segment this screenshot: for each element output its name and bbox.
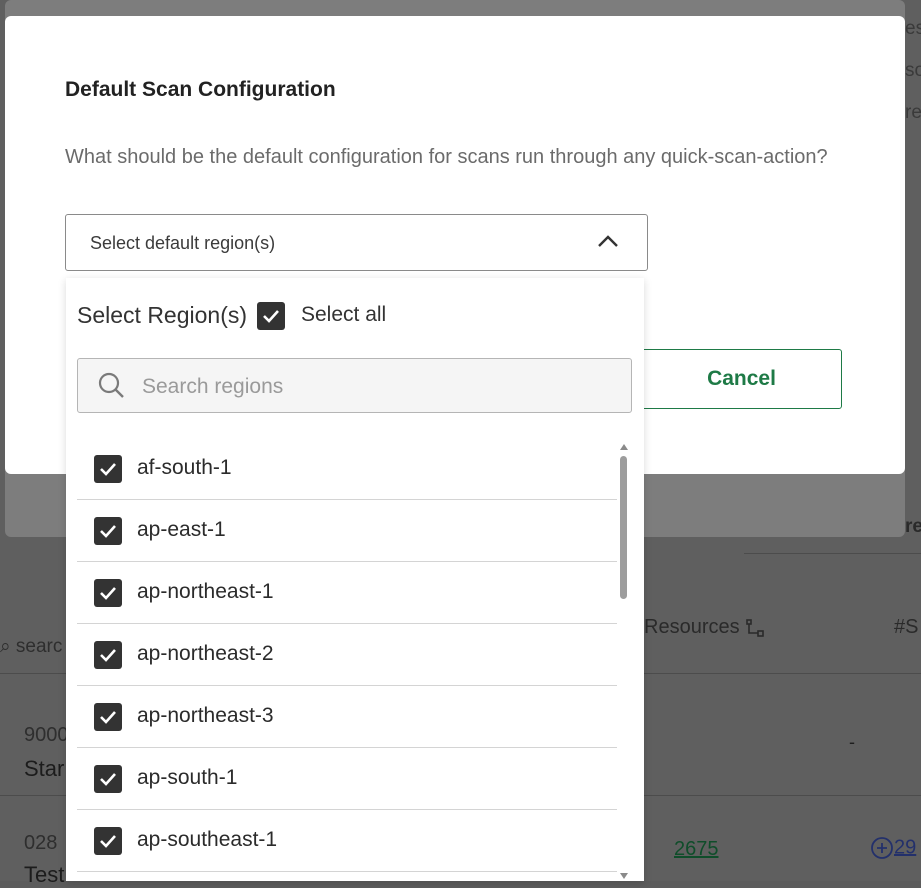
region-checkbox[interactable] [94,641,122,669]
bg-resource-count: 2675 [674,838,719,860]
region-checkbox[interactable] [94,517,122,545]
region-label: ap-southeast-1 [137,828,278,851]
checkmark-icon [100,773,116,786]
region-search-box[interactable] [77,358,632,413]
region-label: ap-northeast-2 [137,642,274,665]
list-item[interactable]: ap-northeast-2 [77,624,617,686]
region-checkbox[interactable] [94,827,122,855]
dropdown-title: Select Region(s) [77,302,248,328]
region-select-placeholder: Select default region(s) [90,233,276,253]
list-item[interactable]: ap-northeast-1 [77,562,617,624]
list-item[interactable]: ap-south-1 [77,748,617,810]
region-label: af-south-1 [137,456,232,479]
bg-row-name: Test [24,862,65,887]
region-checkbox[interactable] [94,455,122,483]
bg-edge-fragment: so [905,60,921,81]
bg-edge-fragment: re [905,516,921,537]
region-label: ap-northeast-3 [137,704,274,727]
search-input[interactable] [140,369,614,405]
modal-title: Default Scan Configuration [65,78,336,101]
list-item[interactable]: ap-northeast-3 [77,686,617,748]
region-dropdown: Select Region(s) Select all af-south-1 a… [66,278,644,881]
region-label: ap-east-1 [137,518,226,541]
bg-row-number: 9000 [24,724,69,746]
region-label: ap-northeast-1 [137,580,274,603]
bg-column-resources: Resources [644,616,765,639]
region-label: ap-south-1 [137,766,238,789]
region-checkbox[interactable] [94,579,122,607]
checkmark-icon [100,711,116,724]
chevron-up-icon[interactable] [597,234,619,248]
bg-column-hash: #S [894,616,919,638]
bg-plus-link: 29 [870,836,916,860]
list-item[interactable]: ap-east-1 [77,500,617,562]
search-icon [98,372,124,398]
checkmark-icon [263,310,279,323]
scroll-down-arrow[interactable] [620,873,628,879]
plus-circle-icon [871,837,893,859]
bg-row-number: 028 [24,832,58,854]
checkmark-icon [100,587,116,600]
checkmark-icon [100,835,116,848]
list-scrollbar[interactable] [618,440,630,881]
checkmark-icon [100,463,116,476]
list-item[interactable]: ap-southeast-1 [77,810,617,872]
bg-search-fragment: ⌕ searc [0,636,63,657]
checkmark-icon [100,525,116,538]
branch-icon [746,618,764,637]
select-all-label[interactable]: Select all [301,303,386,327]
modal-question: What should be the default configuration… [65,146,828,168]
bg-edge-fragment: re [905,102,921,123]
cancel-button[interactable]: Cancel [641,349,842,409]
scroll-up-arrow[interactable] [620,444,628,450]
region-select[interactable]: Select default region(s) [65,214,648,271]
bg-dash-value: - [849,732,855,752]
bg-row-name: Star [24,756,65,781]
checkmark-icon [100,649,116,662]
bg-edge-fragment: es [905,18,921,39]
scroll-thumb[interactable] [620,456,627,599]
list-item[interactable]: af-south-1 [77,438,617,500]
region-checkbox[interactable] [94,765,122,793]
bg-divider [744,553,921,554]
region-checkbox[interactable] [94,703,122,731]
region-list: af-south-1 ap-east-1 ap-northeast-1 ap-n… [77,438,617,872]
select-all-checkbox[interactable] [257,302,285,330]
